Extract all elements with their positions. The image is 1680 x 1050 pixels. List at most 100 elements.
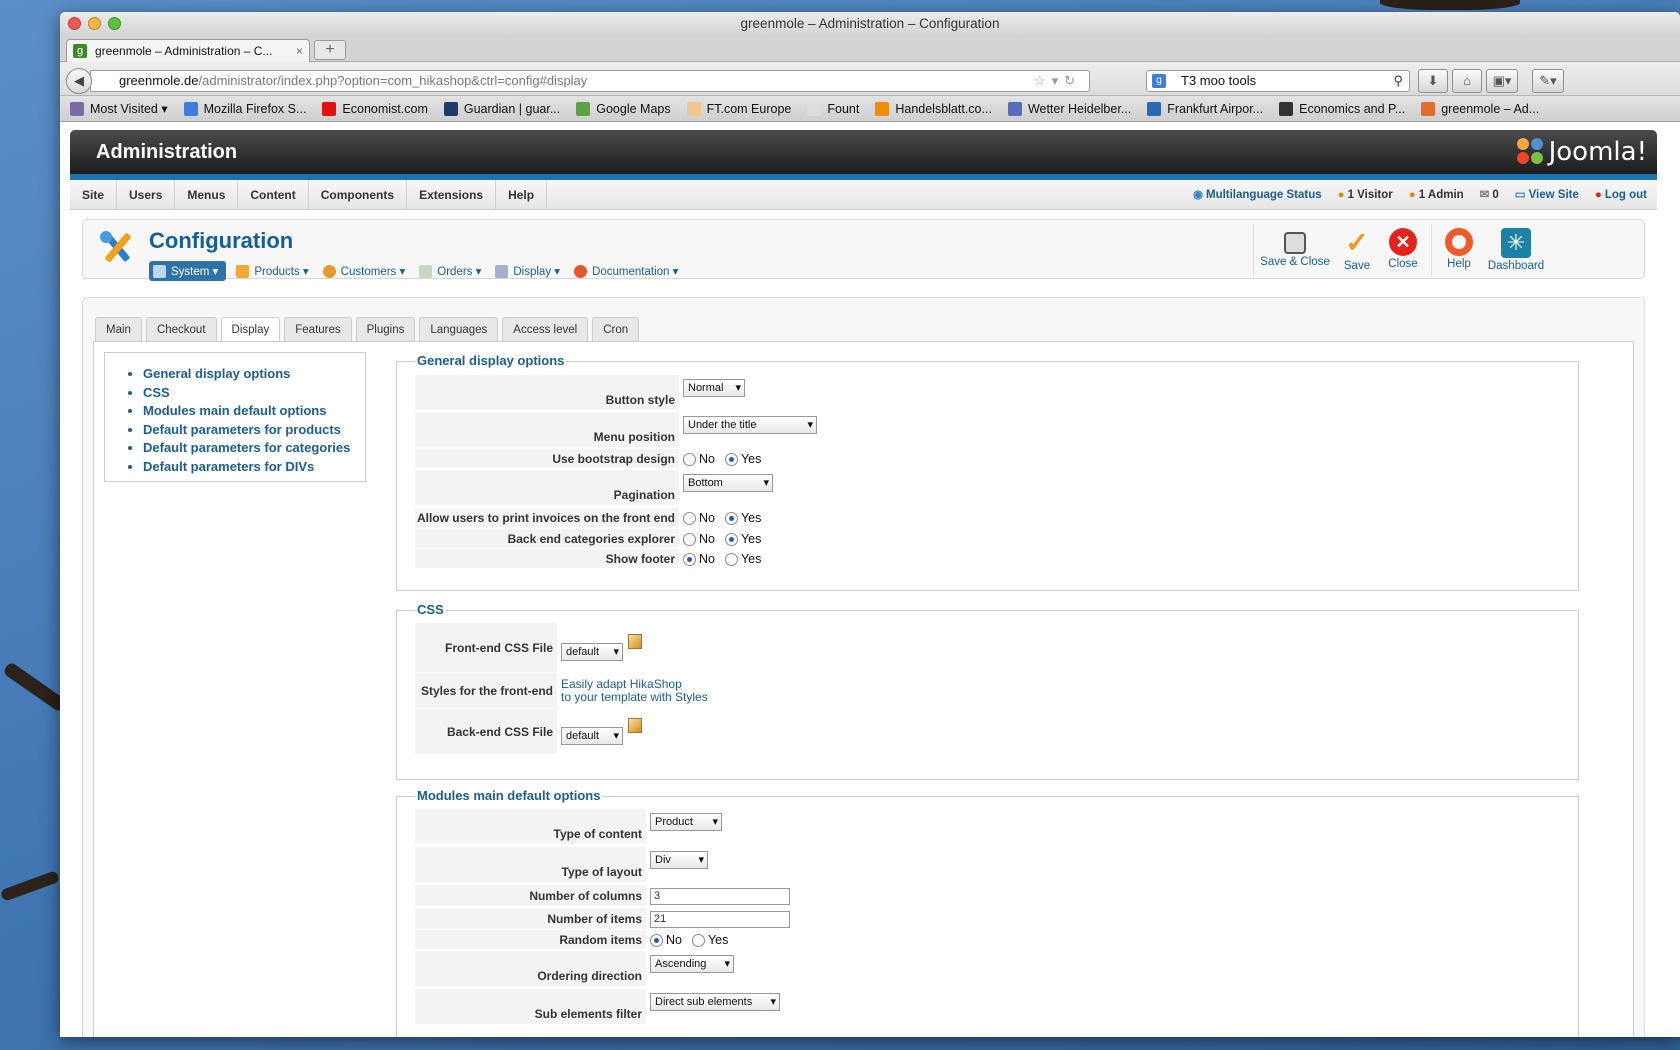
print-invoices-yes-radio[interactable] <box>724 511 738 525</box>
toc-products[interactable]: Default parameters for products <box>143 421 365 440</box>
tab-checkout[interactable]: Checkout <box>145 317 217 341</box>
magnifier-icon[interactable]: ⚲ <box>1393 71 1403 91</box>
styles-link[interactable]: Easily adapt HikaShop to your template wi… <box>561 678 708 704</box>
menu-site[interactable]: Site <box>70 179 118 210</box>
tab-features[interactable]: Features <box>284 317 352 341</box>
tab-display[interactable]: Display <box>220 317 281 342</box>
tab-cron[interactable]: Cron <box>592 317 640 341</box>
save-button[interactable]: ✓ Save <box>1337 224 1377 276</box>
frontend-css-select[interactable]: default <box>561 643 623 661</box>
save-close-button[interactable]: Save & Close <box>1259 224 1331 276</box>
tab-languages[interactable]: Languages <box>419 317 499 341</box>
submenu-documentation[interactable]: Documentation ▾ <box>574 264 678 278</box>
print-invoices-no-option[interactable]: No <box>683 511 715 525</box>
bookmark-item[interactable]: Economist.com <box>322 101 428 116</box>
print-invoices-yes-option[interactable]: Yes <box>724 511 761 525</box>
submenu-orders[interactable]: Orders ▾ <box>419 264 481 278</box>
edit-frontend-css-icon[interactable] <box>628 633 642 649</box>
menu-extensions[interactable]: Extensions <box>407 179 497 210</box>
tab-access-level[interactable]: Access level <box>502 317 589 341</box>
messages-count[interactable]: ✉ 0 <box>1480 180 1499 210</box>
submenu-display[interactable]: Display ▾ <box>495 264 560 278</box>
minimize-window-button[interactable] <box>88 17 101 30</box>
home-button[interactable]: ⌂ <box>1452 69 1482 93</box>
toc-divs[interactable]: Default parameters for DIVs <box>143 458 365 477</box>
categories-explorer-no-option[interactable]: No <box>683 532 715 546</box>
backend-css-select[interactable]: default <box>561 727 623 745</box>
menu-users[interactable]: Users <box>117 179 176 210</box>
logout-link[interactable]: ● Log out <box>1595 180 1647 210</box>
close-button[interactable]: ✕ Close <box>1383 224 1423 276</box>
search-input[interactable]: T3 moo tools <box>1181 73 1256 88</box>
menu-menus[interactable]: Menus <box>175 179 239 210</box>
bookmark-item[interactable]: Most Visited ▾ <box>70 101 168 116</box>
show-footer-no-radio[interactable] <box>683 552 696 566</box>
show-footer-yes-option[interactable]: Yes <box>724 552 761 566</box>
edit-backend-css-icon[interactable] <box>628 717 642 733</box>
bookmark-item[interactable]: Fount <box>807 101 859 116</box>
menu-components[interactable]: Components <box>309 179 408 210</box>
bookmark-item[interactable]: FT.com Europe <box>686 101 791 116</box>
toc-general-display[interactable]: General display options <box>143 365 365 384</box>
bootstrap-no-radio[interactable] <box>683 452 696 466</box>
submenu-customers[interactable]: Customers ▾ <box>322 264 405 278</box>
categories-explorer-yes-radio[interactable] <box>724 532 738 546</box>
bookmark-star-icon[interactable]: ☆▾↻ <box>1034 71 1081 91</box>
tab-close-icon[interactable]: × <box>296 40 303 62</box>
browser-tab[interactable]: g greenmole – Administration – C... × <box>66 39 310 63</box>
type-layout-select[interactable]: Div <box>650 851 708 869</box>
pagination-select[interactable]: Bottom <box>683 474 773 492</box>
random-yes-option[interactable]: Yes <box>691 933 728 947</box>
submenu-system[interactable]: System ▾ <box>149 261 227 281</box>
button-style-select[interactable]: Normal <box>683 379 745 397</box>
bootstrap-yes-option[interactable]: Yes <box>724 452 761 466</box>
random-yes-radio[interactable] <box>691 933 705 947</box>
address-bar[interactable]: greenmole.de/administrator/index.php?opt… <box>90 70 1090 92</box>
categories-explorer-yes-option[interactable]: Yes <box>724 532 761 546</box>
screen-button[interactable]: ▣▾ <box>1486 69 1518 93</box>
bookmark-item[interactable]: Wetter Heidelber... <box>1007 101 1131 116</box>
menu-position-select[interactable]: Under the title <box>683 416 817 434</box>
new-tab-button[interactable]: + <box>314 40 346 60</box>
multilanguage-status-link[interactable]: ◉ Multilanguage Status <box>1193 180 1322 210</box>
bookmark-item[interactable]: Handelsblatt.co... <box>875 101 992 116</box>
bootstrap-no-label: No <box>699 452 715 466</box>
bookmark-item[interactable]: Frankfurt Airpor... <box>1147 101 1263 116</box>
help-button[interactable]: Help <box>1439 224 1479 276</box>
tab-main[interactable]: Main <box>95 317 142 341</box>
toc-categories[interactable]: Default parameters for categories <box>143 439 365 458</box>
close-window-button[interactable] <box>68 17 81 30</box>
items-label: Number of items <box>415 908 646 930</box>
back-button[interactable]: ◀ <box>66 68 92 94</box>
sub-filter-select[interactable]: Direct sub elements <box>650 993 780 1011</box>
show-footer-no-option[interactable]: No <box>683 552 715 566</box>
toc-modules[interactable]: Modules main default options <box>143 402 365 421</box>
bookmark-item[interactable]: Google Maps <box>576 101 671 116</box>
items-input[interactable]: 21 <box>650 910 790 928</box>
bootstrap-yes-radio[interactable] <box>724 452 738 466</box>
show-footer-yes-radio[interactable] <box>724 552 738 566</box>
ordering-select[interactable]: Ascending <box>650 955 734 973</box>
addon-button[interactable]: ✎▾ <box>1532 69 1564 93</box>
dashboard-button[interactable]: ✳ Dashboard <box>1485 224 1547 276</box>
submenu-products[interactable]: Products ▾ <box>236 264 309 278</box>
type-content-select[interactable]: Product <box>650 813 722 831</box>
bookmark-item[interactable]: Guardian | guar... <box>443 101 560 116</box>
categories-explorer-no-radio[interactable] <box>683 532 696 546</box>
bootstrap-no-option[interactable]: No <box>683 452 715 466</box>
tab-plugins[interactable]: Plugins <box>355 317 416 341</box>
bookmark-item[interactable]: Economics and P... <box>1279 101 1405 116</box>
view-site-link[interactable]: ▭ View Site <box>1515 180 1579 210</box>
menu-content[interactable]: Content <box>238 179 309 210</box>
random-no-option[interactable]: No <box>650 933 682 947</box>
toc-css[interactable]: CSS <box>143 384 365 403</box>
print-invoices-no-radio[interactable] <box>683 511 696 525</box>
search-box[interactable]: g T3 moo tools ⚲ <box>1146 70 1410 92</box>
bookmark-item[interactable]: greenmole – Ad... <box>1421 101 1539 116</box>
downloads-button[interactable]: ⬇ <box>1418 69 1448 93</box>
bookmark-item[interactable]: Mozilla Firefox S... <box>183 101 306 116</box>
random-no-radio[interactable] <box>650 933 663 947</box>
columns-input[interactable]: 3 <box>650 887 790 905</box>
menu-help[interactable]: Help <box>496 179 548 210</box>
zoom-window-button[interactable] <box>108 17 121 30</box>
